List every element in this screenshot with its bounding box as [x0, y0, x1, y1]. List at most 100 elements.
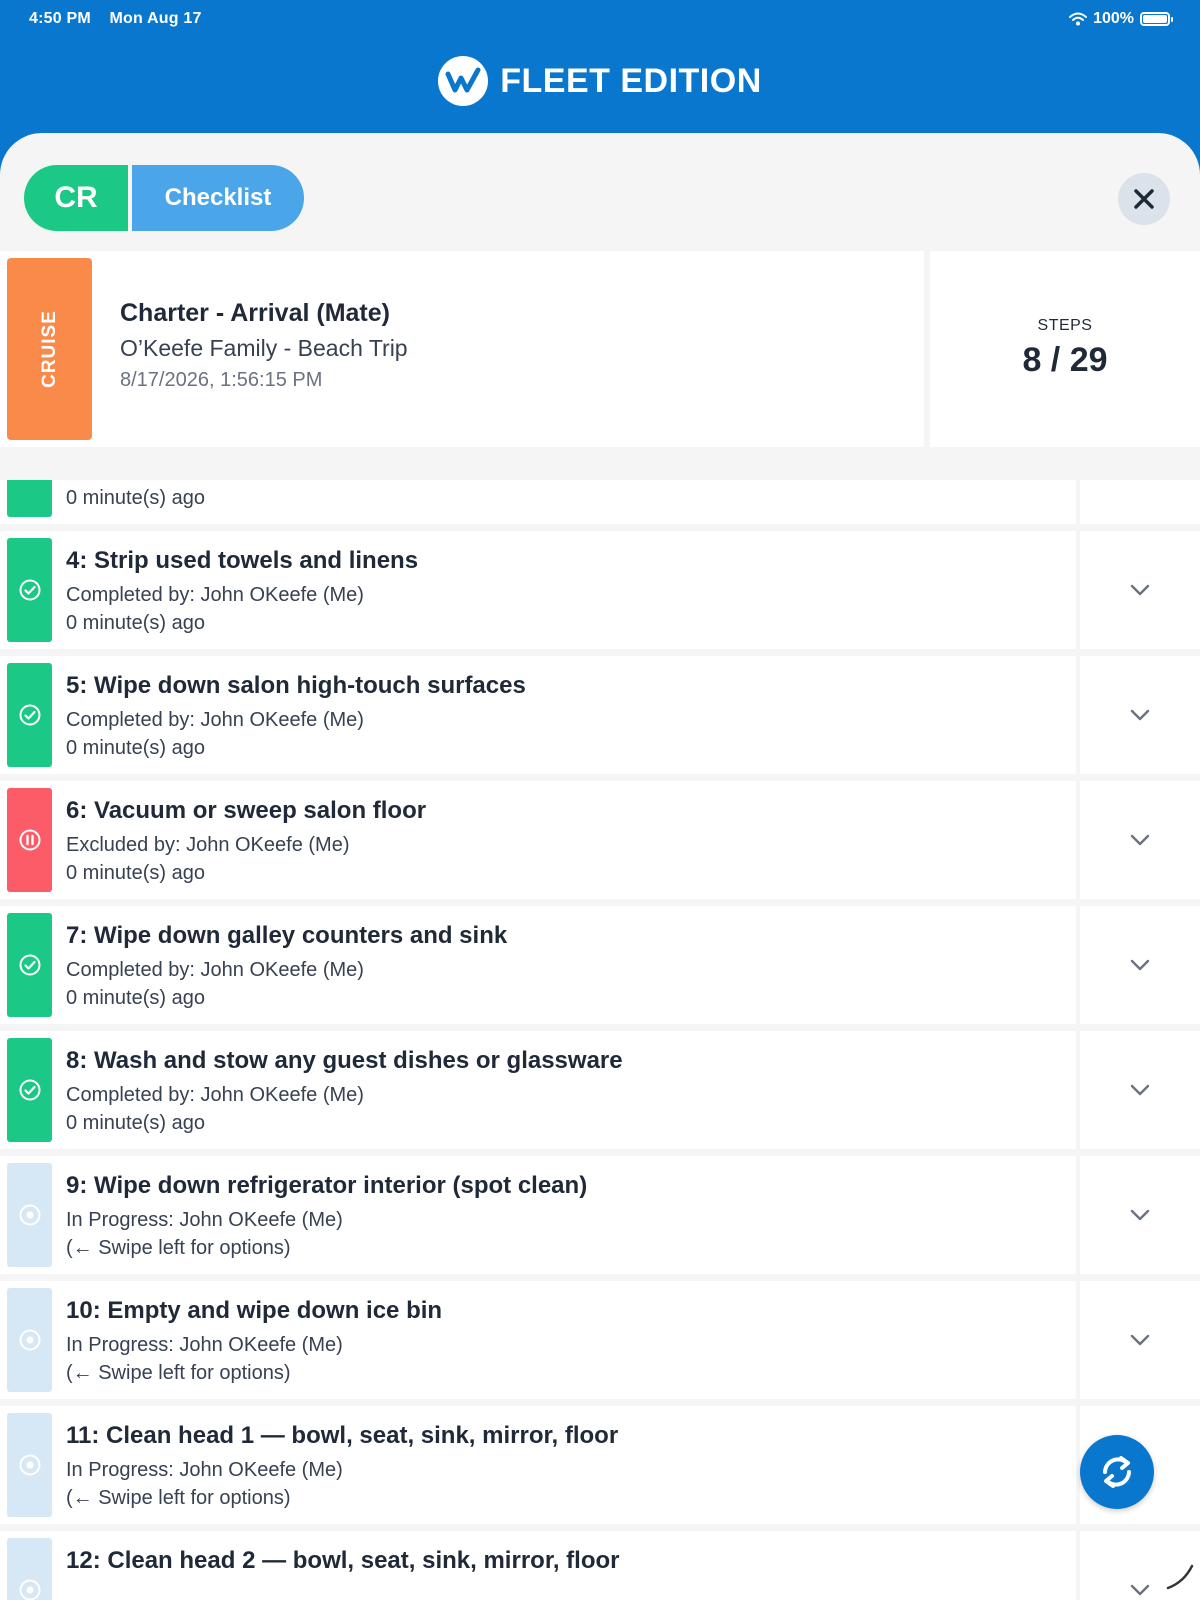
app-header: 4:50 PM Mon Aug 17 100% FLEET EDITION	[0, 0, 1200, 140]
check-circle-icon	[7, 480, 52, 517]
step-row-main[interactable]: 10: Empty and wipe down ice bin In Progre…	[0, 1281, 1076, 1399]
status-date: Mon Aug 17	[109, 10, 202, 27]
resize-handle-icon[interactable]	[1164, 1560, 1194, 1590]
check-circle-icon	[7, 538, 52, 642]
step-status-text: In Progress: John OKeefe (Me)	[66, 1209, 343, 1231]
step-detail-text: 0 minute(s) ago	[66, 612, 205, 634]
brand: FLEET EDITION	[0, 56, 1200, 106]
step-row-main[interactable]: 6: Vacuum or sweep salon floor Excluded b…	[0, 781, 1076, 899]
step-status-text: Completed by: John OKeefe (Me)	[66, 959, 364, 981]
step-status-text: Completed by: John OKeefe (Me)	[66, 584, 364, 606]
step-detail-text: (← Swipe left for options)	[66, 1362, 291, 1384]
step-row[interactable]: 7: Wipe down galley counters and sink Com…	[0, 906, 1200, 1024]
step-detail-text: (← Swipe left for options)	[66, 1487, 291, 1509]
chevron-down-icon	[1130, 1584, 1150, 1596]
brand-title: FLEET EDITION	[500, 61, 762, 100]
chevron-down-icon	[1130, 1334, 1150, 1346]
expand-step-button[interactable]	[1080, 1031, 1200, 1149]
step-title: 5: Wipe down salon high-touch surfaces	[66, 672, 526, 699]
chevron-down-icon	[1130, 959, 1150, 971]
category-label: CRUISE	[38, 310, 60, 388]
step-detail-text: 0 minute(s) ago	[66, 1112, 205, 1134]
step-row[interactable]: 11: Clean head 1 — bowl, seat, sink, mir…	[0, 1406, 1200, 1524]
check-circle-icon	[7, 663, 52, 767]
step-detail-text: (← Swipe left for options)	[66, 1237, 291, 1259]
status-bar-left: 4:50 PM Mon Aug 17	[29, 10, 216, 28]
expand-step-button[interactable]	[1080, 1281, 1200, 1399]
close-button[interactable]	[1118, 173, 1170, 225]
step-detail-text: 0 minute(s) ago	[66, 487, 205, 509]
steps-list-content: 3: Empty all trash binsCompleted by: Joh…	[0, 480, 1200, 1600]
step-status-text: Completed by: John OKeefe (Me)	[66, 709, 364, 731]
expand-step-button[interactable]	[1080, 906, 1200, 1024]
step-title: 4: Strip used towels and linens	[66, 547, 419, 574]
chevron-down-icon	[1130, 834, 1150, 846]
step-row[interactable]: 6: Vacuum or sweep salon floor Excluded b…	[0, 781, 1200, 899]
expand-step-button[interactable]	[1080, 656, 1200, 774]
step-row[interactable]: 5: Wipe down salon high-touch surfaces Co…	[0, 656, 1200, 774]
brand-logo-icon	[438, 56, 489, 106]
step-row[interactable]: 9: Wipe down refrigerator interior (spot…	[0, 1156, 1200, 1274]
step-status-text: In Progress: John OKeefe (Me)	[66, 1459, 343, 1481]
check-circle-icon	[7, 913, 52, 1017]
step-row-main[interactable]: 3: Empty all trash binsCompleted by: Joh…	[0, 480, 1076, 524]
step-row-main[interactable]: 9: Wipe down refrigerator interior (spot…	[0, 1156, 1076, 1274]
step-row[interactable]: 10: Empty and wipe down ice bin In Progre…	[0, 1281, 1200, 1399]
tag-badge: CR	[24, 165, 128, 231]
wifi-icon	[1069, 12, 1088, 26]
step-row-main[interactable]: 4: Strip used towels and linens Completed…	[0, 531, 1076, 649]
checklist-pill: CR Checklist	[24, 165, 304, 231]
in-progress-icon	[7, 1163, 52, 1267]
chevron-down-icon	[1130, 1084, 1150, 1096]
steps-list[interactable]: 3: Empty all trash binsCompleted by: Joh…	[0, 480, 1200, 1600]
checklist-sheet: CR Checklist CRUISE Charter - Arrival (M…	[0, 133, 1200, 1600]
expand-step-button[interactable]	[1080, 480, 1200, 524]
step-status-text: Completed by: John OKeefe (Me)	[66, 1084, 364, 1106]
battery-percent: 100%	[1093, 10, 1134, 27]
checklist-label: Checklist	[132, 165, 304, 231]
step-row-main[interactable]: 7: Wipe down galley counters and sink Com…	[0, 906, 1076, 1024]
step-detail-text: 0 minute(s) ago	[66, 987, 205, 1009]
step-title: 7: Wipe down galley counters and sink	[66, 922, 508, 949]
checklist-title: Charter - Arrival (Mate)	[120, 299, 390, 327]
step-title: 12: Clean head 2 — bowl, seat, sink, mir…	[66, 1547, 620, 1574]
step-row[interactable]: 4: Strip used towels and linens Completed…	[0, 531, 1200, 649]
status-time: 4:50 PM	[29, 10, 91, 27]
step-row-main[interactable]: 5: Wipe down salon high-touch surfaces Co…	[0, 656, 1076, 774]
step-row[interactable]: 8: Wash and stow any guest dishes or gla…	[0, 1031, 1200, 1149]
pause-circle-icon	[7, 788, 52, 892]
in-progress-icon	[7, 1538, 52, 1600]
in-progress-icon	[7, 1288, 52, 1392]
chevron-down-icon	[1130, 1209, 1150, 1221]
chevron-down-icon	[1130, 709, 1150, 721]
steps-label: STEPS	[1037, 317, 1093, 334]
expand-step-button[interactable]	[1080, 1156, 1200, 1274]
step-status-text: Excluded by: John OKeefe (Me)	[66, 834, 350, 856]
step-title: 8: Wash and stow any guest dishes or gla…	[66, 1047, 623, 1074]
checklist-info-card: CRUISE Charter - Arrival (Mate) O’Keefe …	[0, 251, 924, 447]
steps-value: 8 / 29	[1022, 341, 1108, 379]
step-title: 9: Wipe down refrigerator interior (spot…	[66, 1172, 588, 1199]
check-circle-icon	[7, 1038, 52, 1142]
steps-counter: STEPS 8 / 29	[930, 251, 1200, 447]
status-bar-right: 100%	[1069, 10, 1173, 28]
expand-step-button[interactable]	[1080, 531, 1200, 649]
step-row-main[interactable]: 12: Clean head 2 — bowl, seat, sink, mir…	[0, 1531, 1076, 1600]
step-title: 10: Empty and wipe down ice bin	[66, 1297, 443, 1324]
checklist-datetime: 8/17/2026, 1:56:15 PM	[120, 369, 323, 391]
category-tag: CRUISE	[7, 258, 92, 440]
chevron-down-icon	[1130, 584, 1150, 596]
step-row-main[interactable]: 11: Clean head 1 — bowl, seat, sink, mir…	[0, 1406, 1076, 1524]
expand-step-button[interactable]	[1080, 781, 1200, 899]
step-detail-text: 0 minute(s) ago	[66, 862, 205, 884]
in-progress-icon	[7, 1413, 52, 1517]
step-title: 6: Vacuum or sweep salon floor	[66, 797, 427, 824]
step-detail-text: 0 minute(s) ago	[66, 737, 205, 759]
step-status-text: Completed by: John OKeefe (Me)	[66, 480, 364, 482]
step-row[interactable]: 3: Empty all trash binsCompleted by: Joh…	[0, 480, 1200, 524]
sync-icon	[1103, 1456, 1131, 1488]
sync-button[interactable]	[1080, 1435, 1154, 1509]
step-row[interactable]: 12: Clean head 2 — bowl, seat, sink, mir…	[0, 1531, 1200, 1600]
step-row-main[interactable]: 8: Wash and stow any guest dishes or gla…	[0, 1031, 1076, 1149]
close-icon	[1134, 189, 1154, 209]
